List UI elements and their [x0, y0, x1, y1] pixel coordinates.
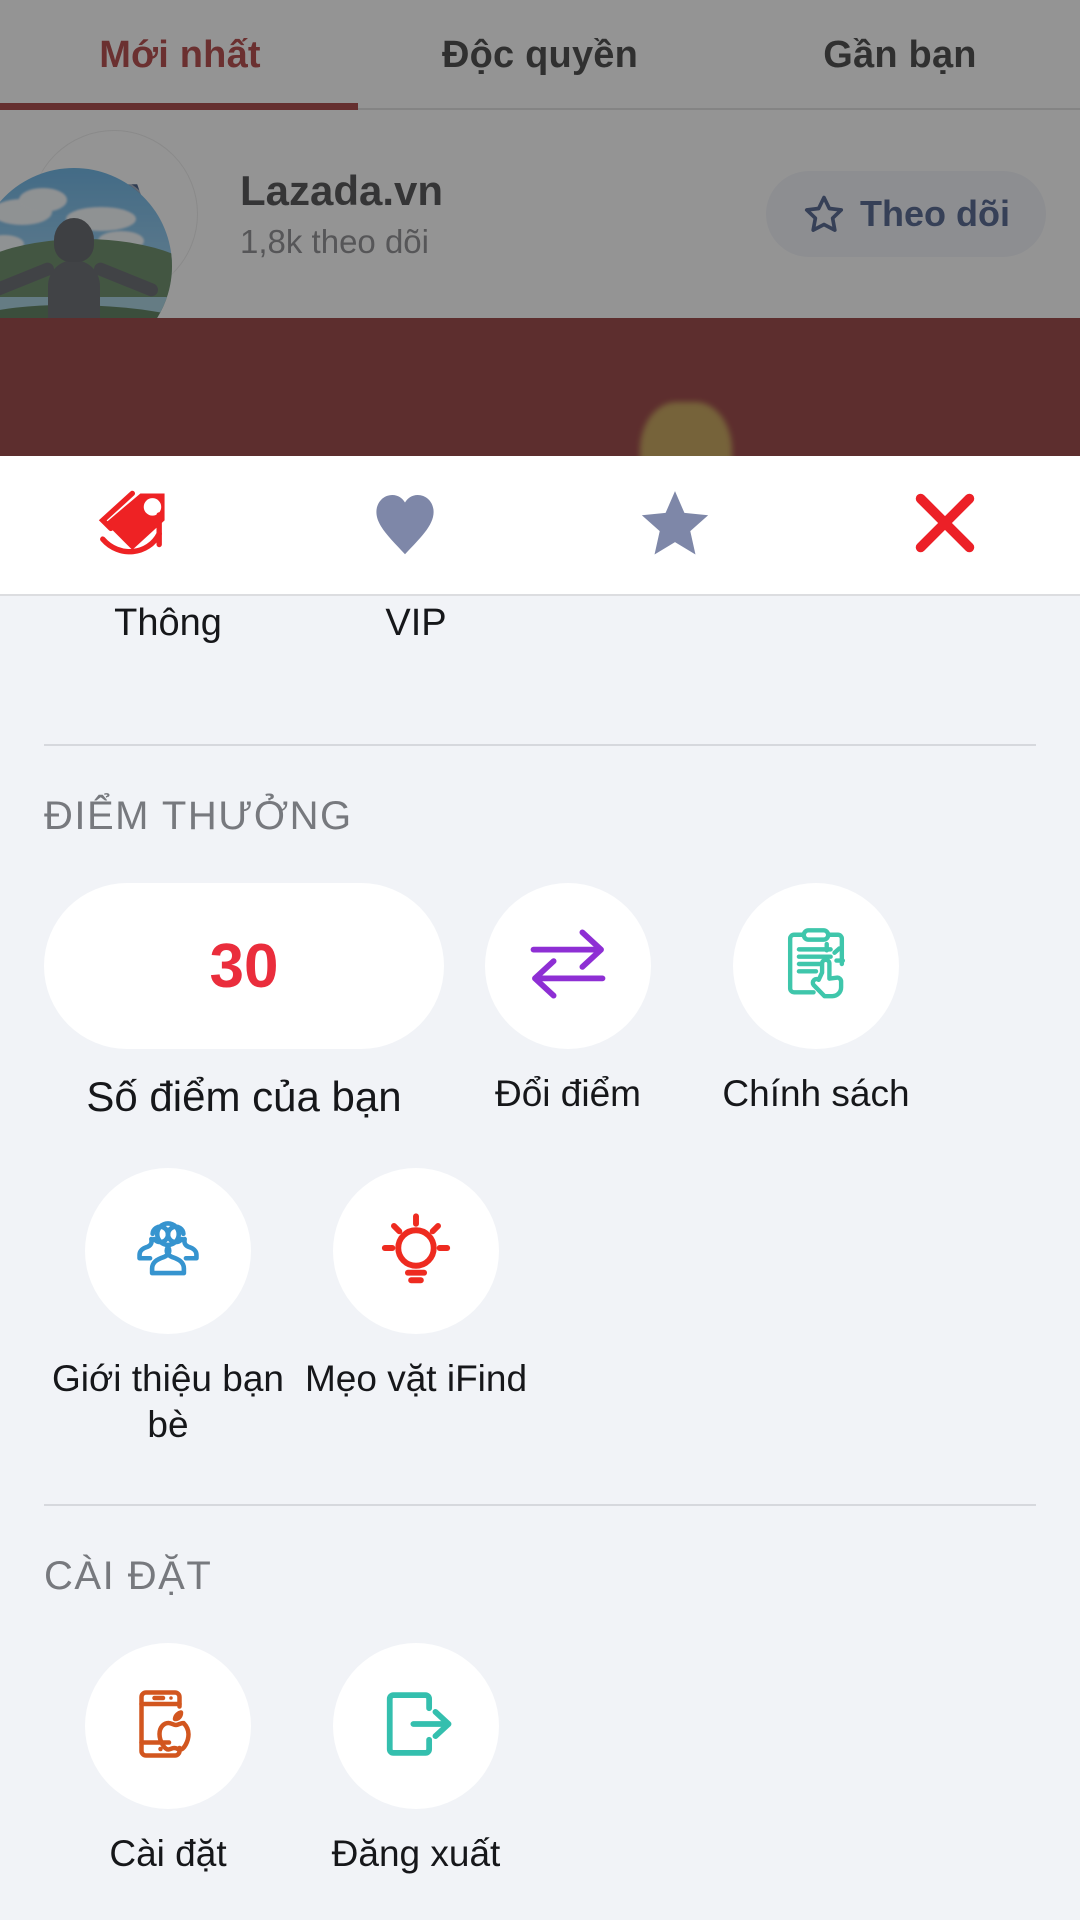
- heart-icon: [366, 484, 444, 567]
- menu-sheet: Thông VIP ĐIỂM THƯỞNG 30 Số điểm của bạn: [0, 596, 1080, 1920]
- membership-thong-label[interactable]: Thông: [44, 602, 292, 645]
- section-title-rewards: ĐIỂM THƯỞNG: [44, 794, 353, 838]
- settings-label-dang-xuat: Đăng xuất: [331, 1833, 501, 1874]
- settings-tile-dang-xuat: [333, 1643, 499, 1809]
- points-pill: 30: [44, 883, 444, 1049]
- settings-tile-cai-dat: [85, 1643, 251, 1809]
- reward-tile-meo-vat: [333, 1167, 499, 1334]
- reward-label-doi-diem: Đổi điểm: [495, 1073, 641, 1114]
- logout-icon: [374, 1682, 458, 1771]
- reward-item-doi-diem[interactable]: Đổi điểm: [444, 839, 692, 1124]
- star-outline-icon: [802, 192, 846, 236]
- close-icon: [906, 484, 984, 567]
- membership-vip-label[interactable]: VIP: [292, 602, 540, 645]
- reward-item-meo-vat[interactable]: Mẹo vặt iFind: [292, 1124, 540, 1449]
- clipboard-hand-icon: [777, 925, 855, 1008]
- settings-label-cai-dat: Cài đặt: [109, 1833, 227, 1874]
- reward-label-meo-vat: Mẹo vặt iFind: [304, 1357, 528, 1399]
- membership-row: Thông VIP: [44, 596, 1036, 706]
- action-favorite-heart[interactable]: [270, 455, 540, 595]
- exchange-arrows-icon: [522, 918, 614, 1015]
- follow-button[interactable]: Theo dõi: [766, 171, 1046, 257]
- promo-banner[interactable]: [0, 318, 1080, 456]
- action-price-tag[interactable]: [0, 455, 270, 595]
- reward-item-chinh-sach[interactable]: Chính sách: [692, 839, 940, 1124]
- tab-moi-nhat[interactable]: Mới nhất: [0, 34, 360, 77]
- reward-tile-gioi-thieu: [85, 1167, 251, 1334]
- points-cell[interactable]: 30 Số điểm của bạn: [44, 839, 444, 1124]
- store-name: Lazada.vn: [240, 166, 444, 214]
- lightbulb-icon: [373, 1205, 459, 1296]
- settings-grid: Cài đặt Đăng xuất: [44, 1599, 1036, 1877]
- tab-gan-ban[interactable]: Gần bạn: [720, 34, 1080, 77]
- price-tag-icon: [92, 480, 178, 571]
- people-group-icon: [127, 1207, 209, 1294]
- action-star[interactable]: [540, 455, 810, 595]
- rewards-grid: 30 Số điểm của bạn Đổi điểm Chính sách G…: [44, 839, 1036, 1448]
- screen-root: Mới nhất Độc quyền Gần bạn DA VN: [0, 0, 1080, 1920]
- points-value: 30: [209, 931, 279, 1001]
- settings-item-dang-xuat[interactable]: Đăng xuất: [292, 1599, 540, 1877]
- reward-label-chinh-sach: Chính sách: [722, 1073, 910, 1114]
- store-meta: Lazada.vn 1,8k theo dõi: [240, 167, 766, 261]
- section-title-settings: CÀI ĐẶT: [44, 1554, 213, 1598]
- background-content: Mới nhất Độc quyền Gần bạn DA VN: [0, 0, 1080, 456]
- star-icon: [636, 484, 714, 567]
- settings-item-cai-dat[interactable]: Cài đặt: [44, 1599, 292, 1877]
- reward-item-gioi-thieu[interactable]: Giới thiệu bạn bè: [44, 1124, 292, 1449]
- store-logo-wrap: DA VN: [0, 130, 198, 366]
- follow-button-label: Theo dõi: [860, 193, 1010, 234]
- reward-label-gioi-thieu: Giới thiệu bạn bè: [51, 1357, 284, 1445]
- phone-apple-icon: [128, 1684, 208, 1769]
- points-label: Số điểm của bạn: [86, 1073, 402, 1120]
- action-close[interactable]: [810, 455, 1080, 595]
- store-follower-count: 1,8k theo dõi: [240, 223, 429, 261]
- top-tab-bar: Mới nhất Độc quyền Gần bạn: [0, 0, 1080, 110]
- tab-active-indicator: [0, 103, 358, 110]
- reward-tile-chinh-sach: [733, 883, 899, 1049]
- store-header-row[interactable]: DA VN: [0, 110, 1080, 366]
- action-sheet: [0, 456, 1080, 596]
- reward-tile-doi-diem: [485, 883, 651, 1049]
- tab-doc-quyen[interactable]: Độc quyền: [360, 34, 720, 77]
